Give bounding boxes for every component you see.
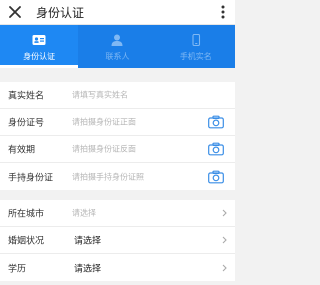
- field-label: 真实姓名: [8, 91, 45, 102]
- field-label: 有效期: [8, 145, 36, 156]
- person-icon: [111, 34, 123, 46]
- hand-held-photo-field[interactable]: 请拍摄手持身份证照: [72, 171, 144, 182]
- personal-info-section: 所在城市 请选择 婚姻状况 请选择 学历 请选择: [0, 200, 235, 281]
- camera-icon[interactable]: [208, 170, 224, 183]
- camera-icon[interactable]: [208, 115, 224, 129]
- close-icon[interactable]: [6, 3, 24, 21]
- id-back-photo-field[interactable]: 请拍摄身份证反面: [72, 144, 136, 155]
- field-label: 婚姻状况: [8, 236, 45, 247]
- marital-status-row[interactable]: 婚姻状况 请选择: [0, 227, 235, 254]
- education-select[interactable]: 请选择: [74, 261, 101, 274]
- id-front-photo-field[interactable]: 请拍摄身份证正面: [72, 117, 136, 128]
- city-select[interactable]: 请选择: [72, 208, 96, 219]
- app-header: 身份认证: [0, 0, 235, 25]
- id-number-row[interactable]: 身份证号 请拍摄身份证正面: [0, 109, 235, 136]
- field-label: 身份证号: [8, 118, 45, 129]
- tab-contacts[interactable]: 联系人: [78, 25, 156, 68]
- identity-section: 真实姓名 请填写真实姓名 身份证号 请拍摄身份证正面 有效期 请拍摄身份证反面 …: [0, 82, 235, 190]
- tab-phone-verification[interactable]: 手机实名: [157, 25, 235, 68]
- tab-label: 联系人: [105, 52, 130, 61]
- chevron-right-icon: [222, 236, 227, 244]
- hand-held-id-row[interactable]: 手持身份证 请拍摄手持身份证照: [0, 163, 235, 190]
- tab-label: 身份认证: [23, 52, 56, 61]
- camera-icon[interactable]: [208, 142, 224, 156]
- more-vert-icon[interactable]: [217, 3, 229, 21]
- field-label: 学历: [8, 264, 27, 274]
- real-name-input[interactable]: 请填写真实姓名: [72, 90, 128, 101]
- city-row[interactable]: 所在城市 请选择: [0, 200, 235, 227]
- tab-identity[interactable]: 身份认证: [0, 25, 79, 68]
- tab-bar: 身份认证 联系人 手机实名: [0, 25, 235, 68]
- chevron-right-icon: [222, 209, 227, 217]
- phone-icon: [192, 34, 200, 46]
- field-label: 手持身份证: [8, 173, 54, 183]
- chevron-right-icon: [222, 264, 227, 271]
- real-name-row[interactable]: 真实姓名 请填写真实姓名: [0, 82, 235, 109]
- validity-row[interactable]: 有效期 请拍摄身份证反面: [0, 136, 235, 163]
- tab-label: 手机实名: [179, 52, 212, 61]
- marital-status-select[interactable]: 请选择: [74, 234, 101, 247]
- field-label: 所在城市: [8, 209, 45, 220]
- id-card-icon: [32, 35, 46, 45]
- page-title: 身份认证: [36, 6, 85, 20]
- education-row[interactable]: 学历 请选择: [0, 254, 235, 281]
